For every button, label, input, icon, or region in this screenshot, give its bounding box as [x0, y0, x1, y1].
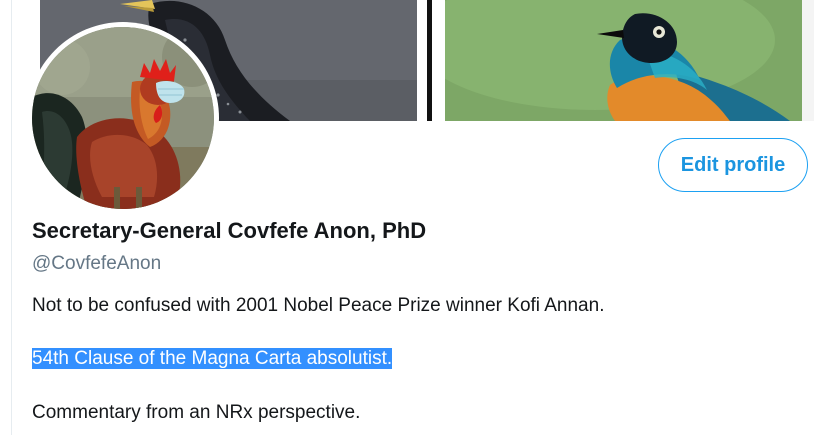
avatar[interactable]: [27, 22, 219, 214]
profile-handle[interactable]: @CovfefeAnon: [32, 253, 161, 275]
avatar-rooster-photo: [32, 27, 214, 209]
edit-profile-button[interactable]: Edit profile: [658, 138, 808, 192]
rooster-illustration: [32, 27, 214, 209]
profile-display-name: Secretary-General Covfefe Anon, PhD: [32, 218, 427, 243]
banner-superb-starling-photo: [445, 0, 802, 121]
text-selection-highlight: 54th Clause of the Magna Carta absolutis…: [32, 348, 393, 369]
bio-line: Not to be confused with 2001 Nobel Peace…: [32, 295, 605, 316]
profile-page: Edit profile Secretary-General Covfefe A…: [0, 0, 814, 435]
bio-line: Commentary from an NRx perspective.: [32, 402, 361, 423]
superb-starling-illustration: [445, 0, 802, 121]
column-divider: [11, 0, 12, 435]
banner-frame-bar: [427, 0, 432, 121]
banner-frame-gap: [417, 0, 445, 121]
bio-line-selected: 54th Clause of the Magna Carta absolutis…: [32, 348, 393, 370]
banner-frame-edge: [802, 0, 814, 121]
